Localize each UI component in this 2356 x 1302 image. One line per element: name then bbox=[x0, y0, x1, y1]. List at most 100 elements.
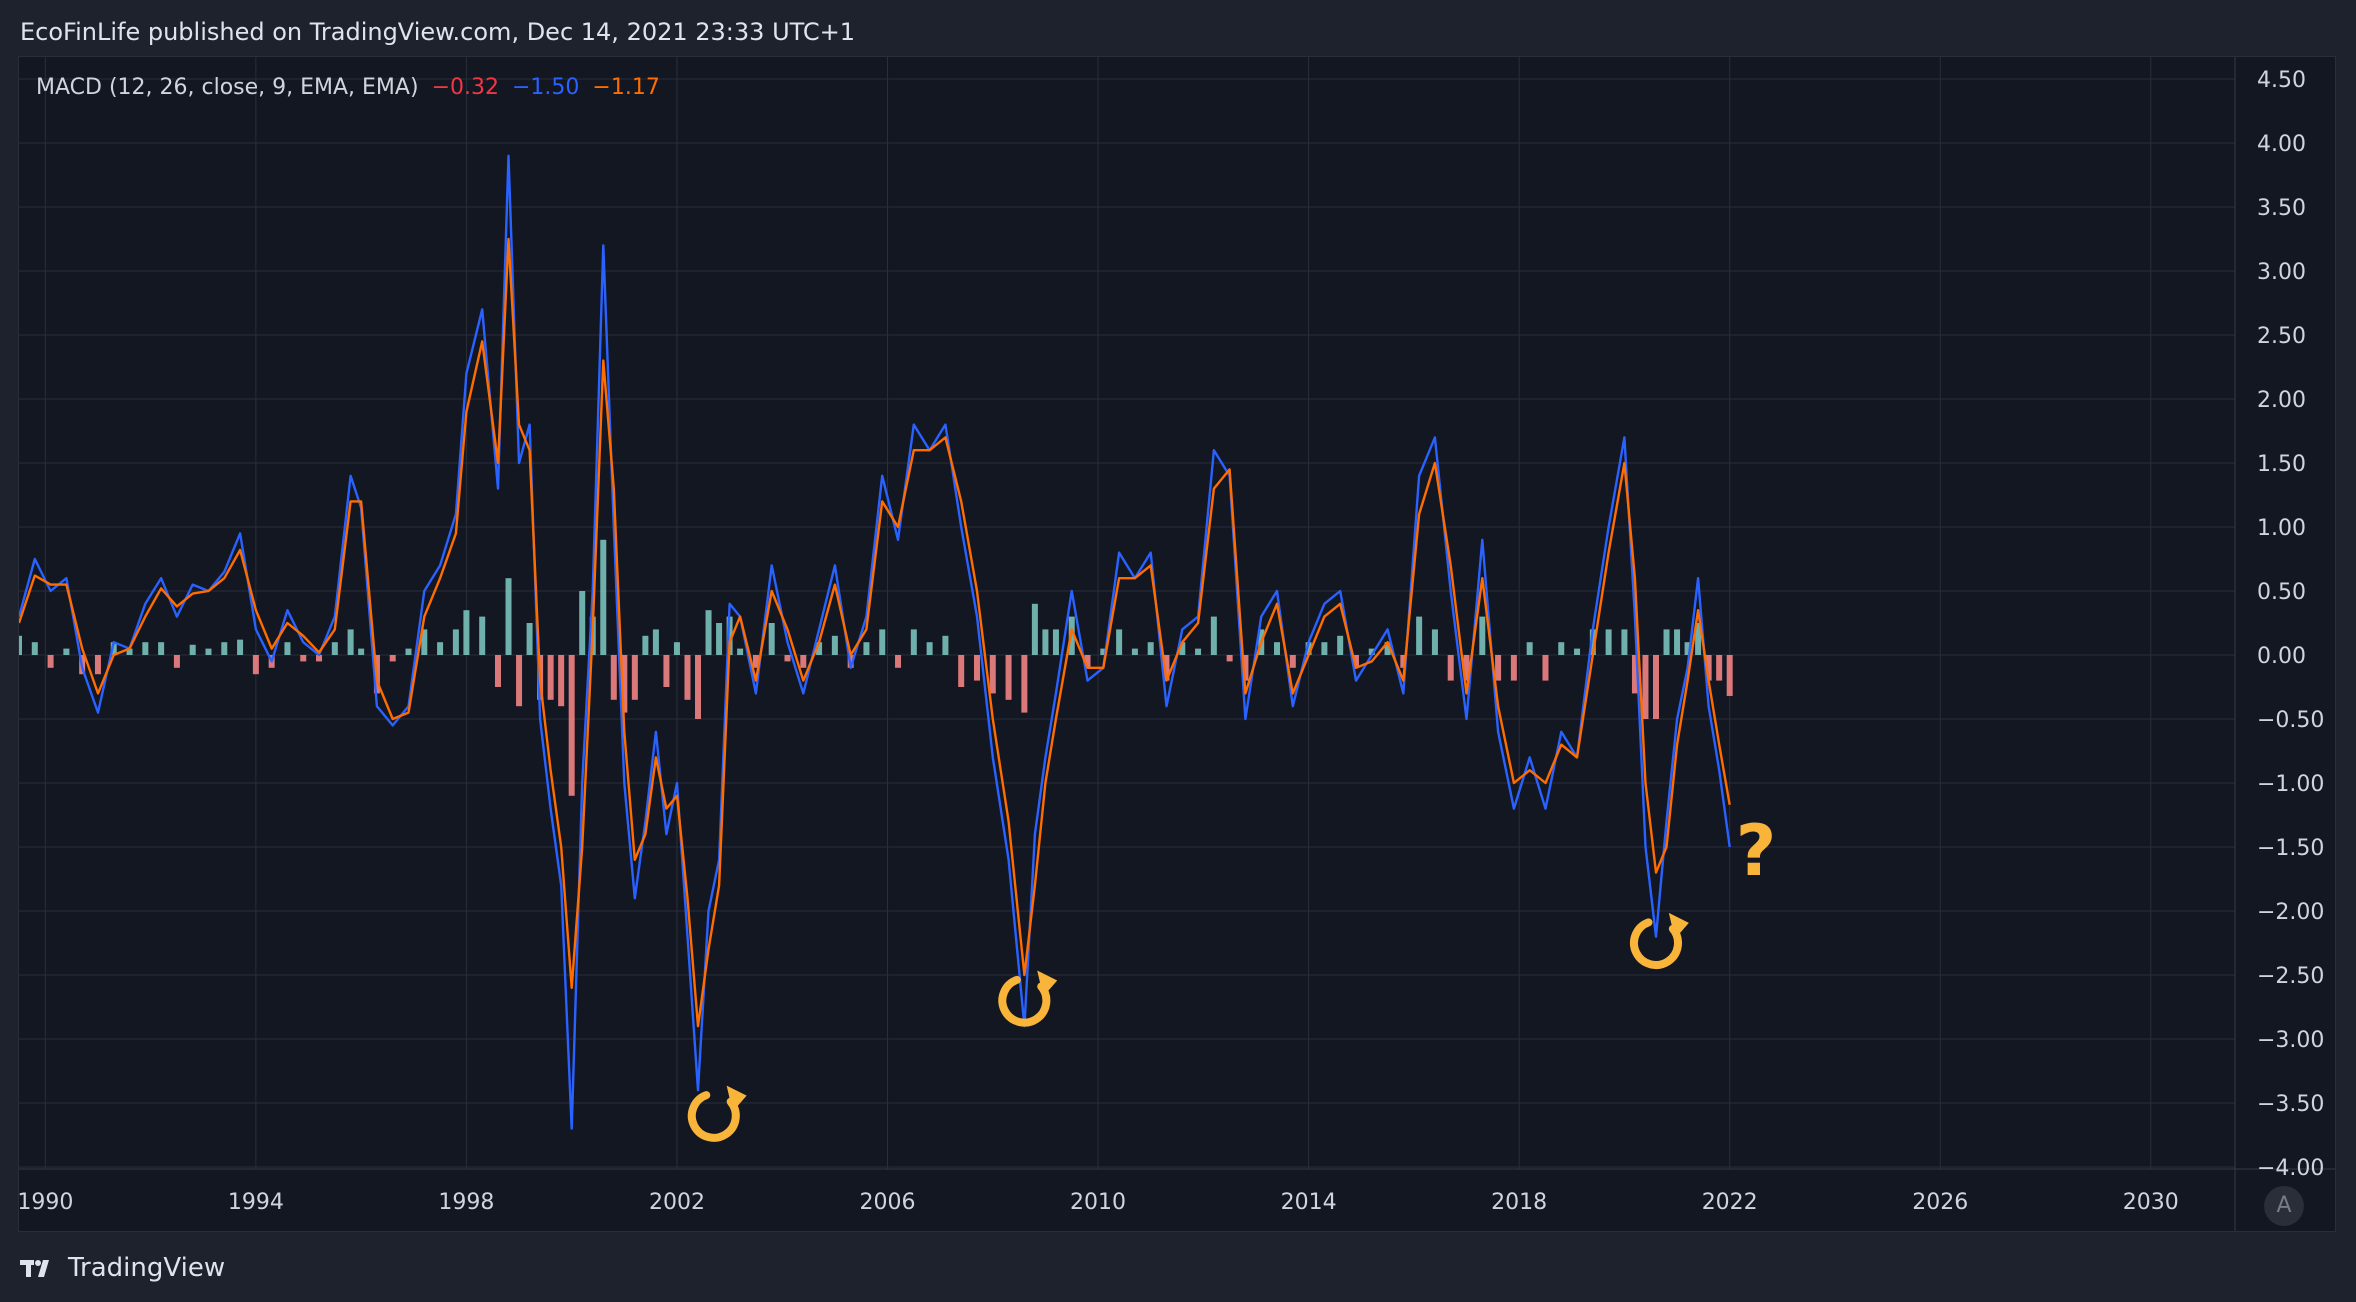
histogram-bar bbox=[1195, 648, 1202, 655]
y-tick-label: 3.50 bbox=[2257, 196, 2306, 221]
y-tick-label: 4.00 bbox=[2257, 132, 2306, 157]
y-tick-label: −1.00 bbox=[2257, 772, 2324, 797]
histogram-bar bbox=[1605, 629, 1612, 655]
histogram-bar bbox=[1431, 629, 1438, 655]
histogram-bar bbox=[631, 655, 638, 700]
histogram-bar bbox=[942, 635, 949, 655]
histogram-bar bbox=[684, 655, 691, 700]
histogram-bar bbox=[695, 655, 702, 719]
histogram-bar bbox=[784, 655, 791, 662]
indicator-legend[interactable]: MACD (12, 26, close, 9, EMA, EMA) −0.32 … bbox=[36, 72, 666, 104]
histogram-bar bbox=[205, 648, 212, 655]
legend-indicator-name: MACD (12, 26, close, 9, EMA, EMA) bbox=[36, 75, 419, 100]
histogram-bar bbox=[663, 655, 670, 687]
histogram-bar bbox=[1116, 629, 1123, 655]
footer-brand-text: TradingView bbox=[68, 1253, 226, 1283]
y-tick-label: 0.00 bbox=[2257, 644, 2306, 669]
histogram-bar bbox=[831, 635, 838, 655]
histogram-bar bbox=[173, 655, 180, 668]
histogram-bar bbox=[716, 623, 723, 655]
x-tick-label: 2010 bbox=[1070, 1190, 1126, 1215]
histogram-bar bbox=[526, 623, 533, 655]
histogram-bar bbox=[1447, 655, 1454, 681]
histogram-bar bbox=[1726, 655, 1733, 696]
histogram-bar bbox=[1652, 655, 1659, 719]
y-tick-label: 1.00 bbox=[2257, 516, 2306, 541]
histogram-bar bbox=[1274, 642, 1281, 655]
histogram-bar bbox=[1510, 655, 1517, 681]
y-tick-label: −2.00 bbox=[2257, 900, 2324, 925]
x-tick-label: 1994 bbox=[228, 1190, 284, 1215]
histogram-bar bbox=[452, 629, 459, 655]
auto-scale-button[interactable]: A bbox=[2264, 1186, 2304, 1226]
histogram-bar bbox=[1479, 616, 1486, 655]
histogram-bar bbox=[1042, 629, 1049, 655]
histogram-bar bbox=[926, 642, 933, 655]
histogram-bar bbox=[1558, 642, 1565, 655]
histogram-bar bbox=[1663, 629, 1670, 655]
x-tick-label: 2018 bbox=[1491, 1190, 1547, 1215]
x-tick-label: 2002 bbox=[649, 1190, 705, 1215]
legend-histogram-value: −0.32 bbox=[431, 75, 499, 100]
y-tick-label: −3.50 bbox=[2257, 1092, 2324, 1117]
y-tick-label: 1.50 bbox=[2257, 452, 2306, 477]
tradingview-logo-icon bbox=[20, 1260, 49, 1277]
histogram-bar bbox=[1542, 655, 1549, 681]
histogram-bar bbox=[47, 655, 54, 668]
y-tick-label: 0.50 bbox=[2257, 580, 2306, 605]
histogram-bar bbox=[237, 639, 244, 655]
chart-panel[interactable]: 4.50 4.00 3.50 3.00 2.50 2.00 1.50 1.00 0.50 0.00… bbox=[18, 56, 2336, 1232]
x-tick-label: 2014 bbox=[1281, 1190, 1337, 1215]
histogram-bar bbox=[405, 648, 412, 655]
y-tick-label: −4.00 bbox=[2257, 1156, 2324, 1181]
histogram-bar bbox=[31, 642, 38, 655]
histogram-bar bbox=[94, 655, 101, 675]
histogram-bar bbox=[1052, 629, 1059, 655]
histogram-bar bbox=[358, 648, 365, 655]
histogram-bar bbox=[284, 642, 291, 655]
histogram-bar bbox=[63, 648, 70, 655]
histogram-bar bbox=[479, 616, 486, 655]
histogram-bar bbox=[895, 655, 902, 668]
footer-brand[interactable]: TradingView bbox=[20, 1250, 225, 1286]
histogram-bar bbox=[1621, 629, 1628, 655]
histogram-bar bbox=[1416, 616, 1423, 655]
histogram-bar bbox=[1495, 655, 1502, 681]
histogram-bar bbox=[547, 655, 554, 700]
y-tick-label: −1.50 bbox=[2257, 836, 2324, 861]
histogram-bar bbox=[1642, 655, 1649, 719]
x-tick-label: 2006 bbox=[860, 1190, 916, 1215]
histogram-bar bbox=[1005, 655, 1012, 700]
histogram-bar bbox=[252, 655, 259, 675]
histogram-bar bbox=[1716, 655, 1723, 681]
y-tick-label: −0.50 bbox=[2257, 708, 2324, 733]
histogram-bar bbox=[1147, 642, 1154, 655]
histogram-bar bbox=[463, 610, 470, 655]
histogram-bar bbox=[1210, 616, 1217, 655]
y-tick-label: 3.00 bbox=[2257, 260, 2306, 285]
histogram-bar bbox=[142, 642, 149, 655]
histogram-bar bbox=[973, 655, 980, 681]
histogram-bar bbox=[958, 655, 965, 687]
histogram-bar bbox=[705, 610, 712, 655]
histogram-bar bbox=[437, 642, 444, 655]
histogram-bar bbox=[1321, 642, 1328, 655]
histogram-bar bbox=[1289, 655, 1296, 668]
histogram-bar bbox=[879, 629, 886, 655]
histogram-bar bbox=[800, 655, 807, 668]
histogram-bar bbox=[1337, 635, 1344, 655]
histogram-bar bbox=[189, 644, 196, 655]
histogram-bar bbox=[768, 623, 775, 655]
histogram-bar bbox=[863, 642, 870, 655]
publisher-line: EcoFinLife published on TradingView.com,… bbox=[20, 18, 856, 46]
legend-macd-value: −1.50 bbox=[511, 75, 580, 100]
histogram-bar bbox=[494, 655, 501, 687]
x-tick-label: 2030 bbox=[2123, 1190, 2179, 1215]
histogram-bar bbox=[300, 655, 307, 662]
histogram-bar bbox=[1674, 629, 1681, 655]
macd-chart[interactable]: 4.50 4.00 3.50 3.00 2.50 2.00 1.50 1.00 0.50 0.00… bbox=[19, 57, 2335, 1231]
histogram-bar bbox=[19, 635, 22, 655]
histogram-bar bbox=[1131, 648, 1138, 655]
histogram-bar bbox=[1226, 655, 1233, 662]
chart-background bbox=[19, 57, 2335, 1231]
